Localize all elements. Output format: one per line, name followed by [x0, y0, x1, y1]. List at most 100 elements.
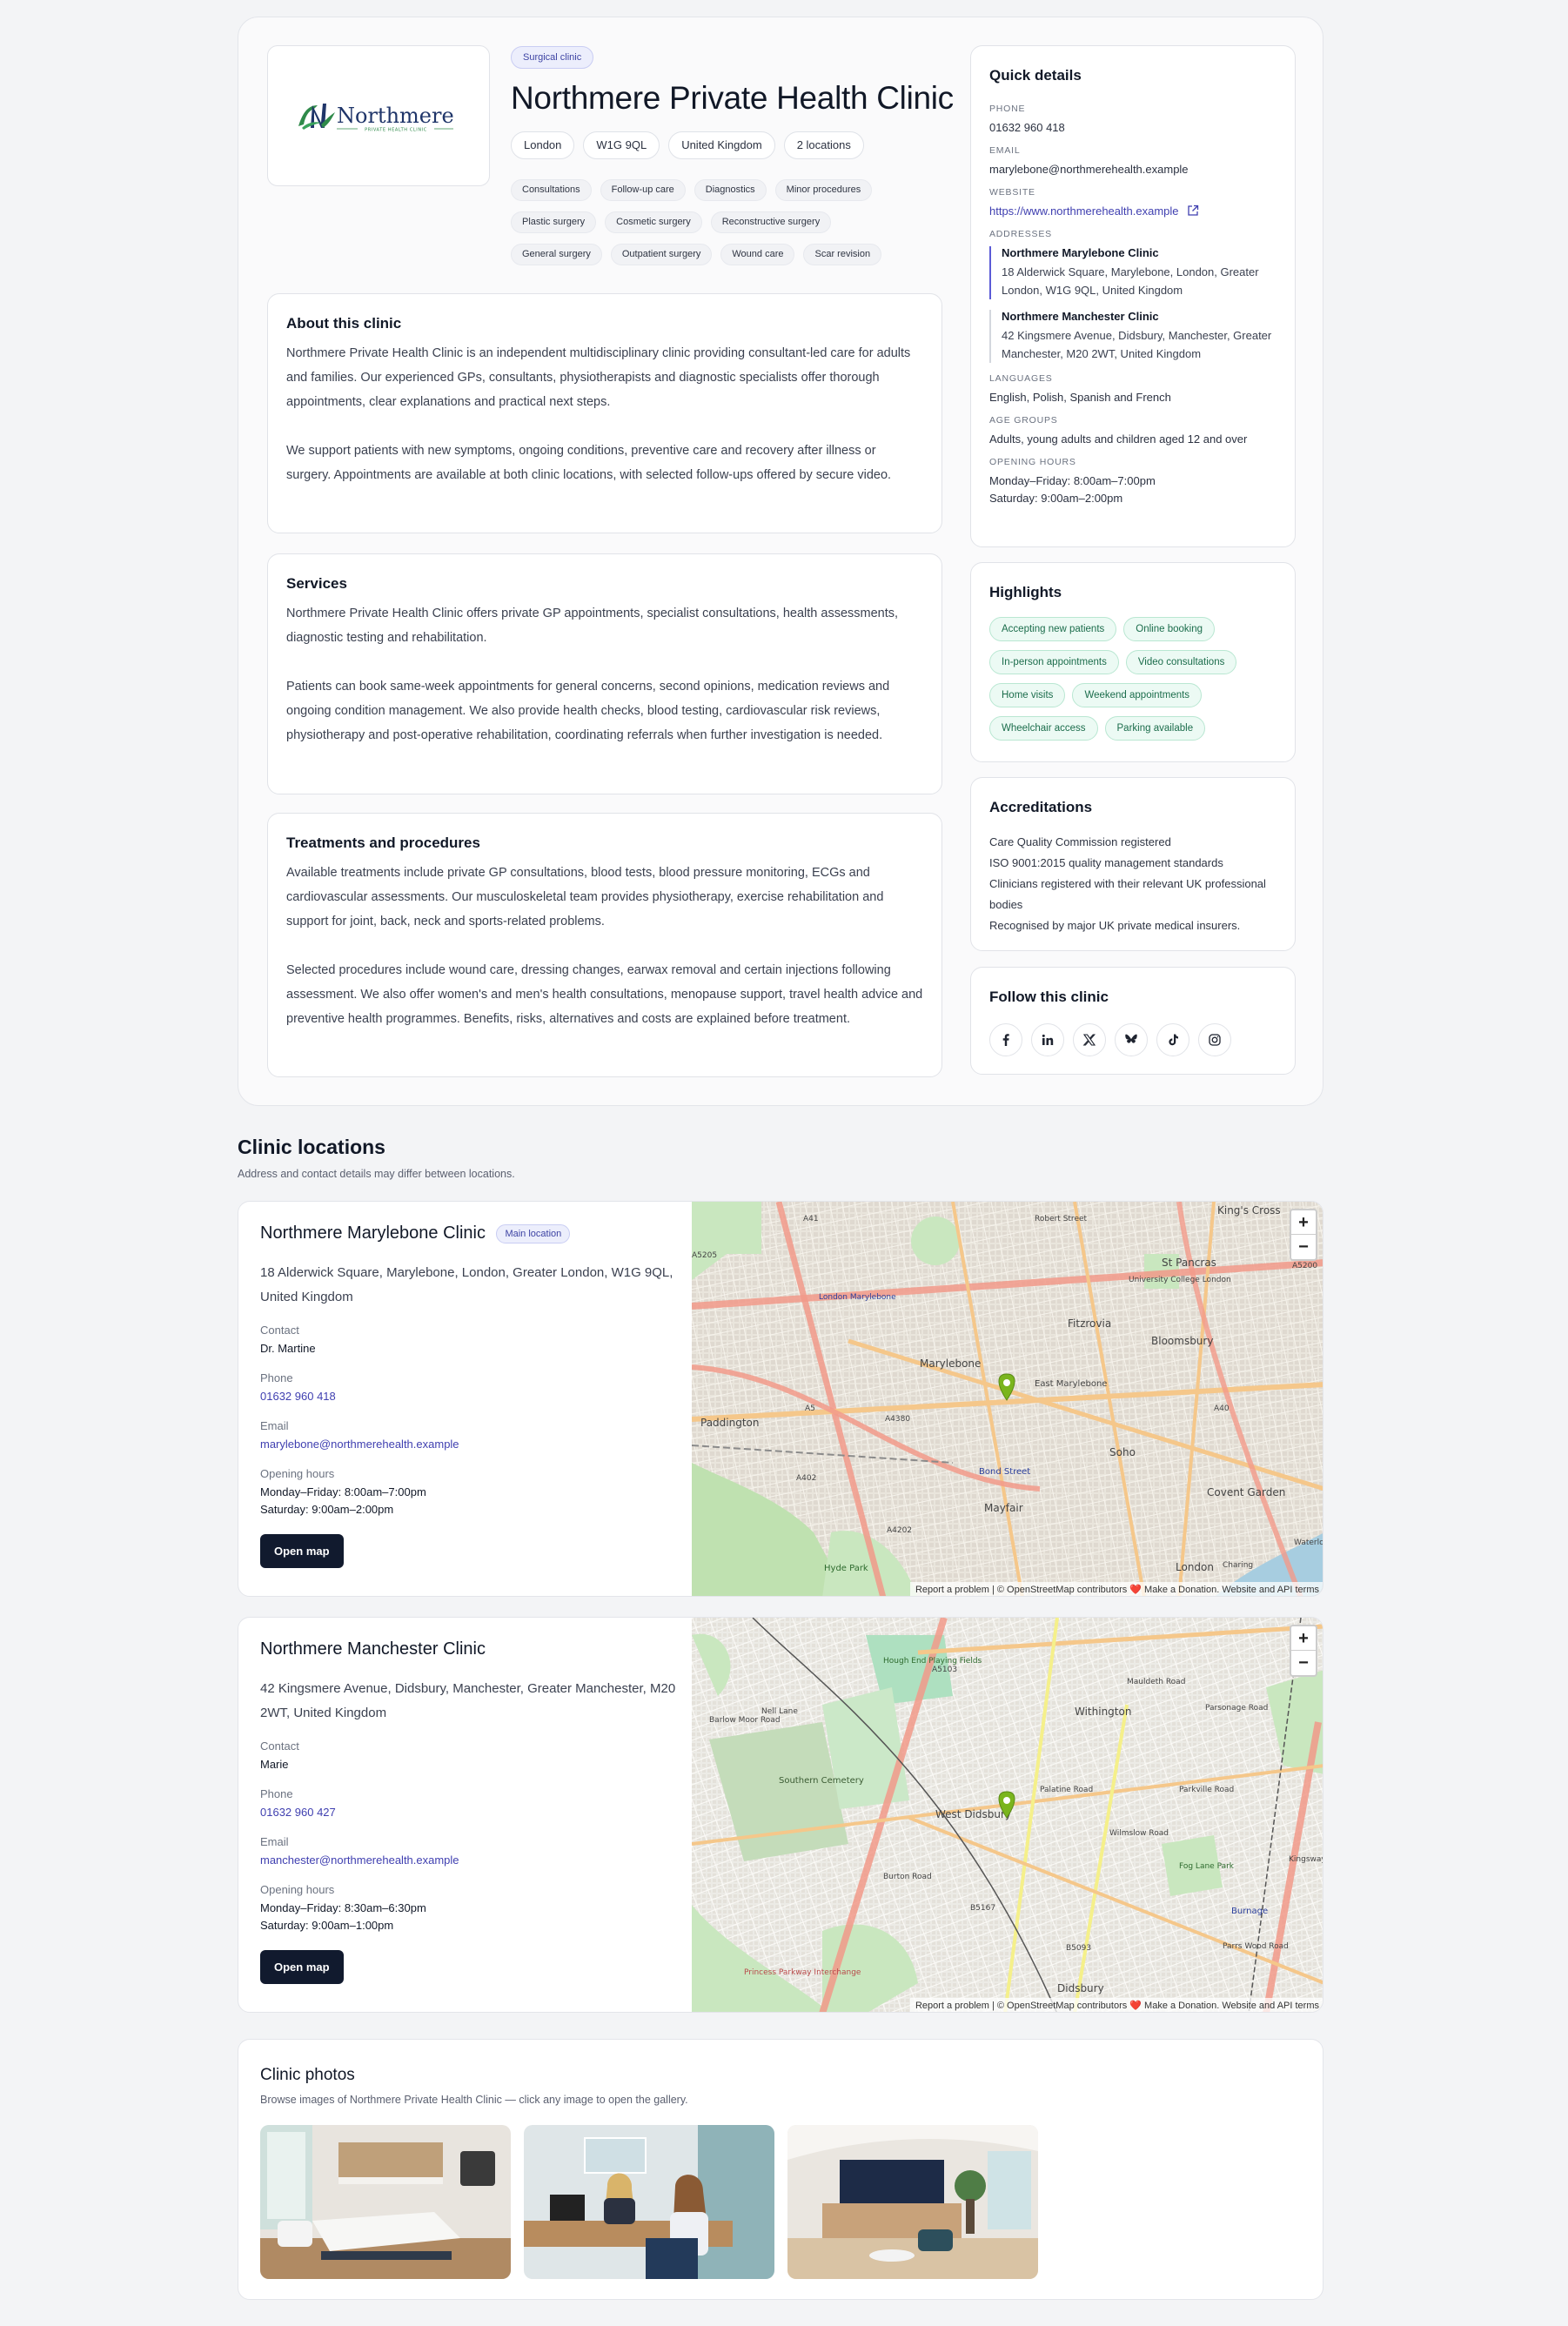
map-label: West Didsbury	[935, 1808, 1011, 1820]
phone-link[interactable]: 01632 960 418	[260, 1388, 678, 1405]
opening-hours-weekday: Monday–Friday: 8:00am–7:00pm	[260, 1485, 426, 1498]
map-label: Covent Garden	[1207, 1486, 1285, 1498]
map-label: Palatine Road	[1040, 1786, 1093, 1794]
highlight-badge: Home visits	[989, 683, 1066, 707]
opening-hours-label: Opening hours	[989, 457, 1076, 467]
contact-label: Contact	[260, 1739, 299, 1753]
map-label: East Marylebone	[1035, 1379, 1107, 1389]
location-name: Northmere Manchester Clinic	[260, 1639, 486, 1659]
instagram-button[interactable]	[1198, 1023, 1231, 1056]
age-groups-label: Age groups	[989, 415, 1058, 426]
location-map[interactable]: Withington West Didsbury Southern Cemete…	[691, 1618, 1323, 2012]
opening-hours-saturday: Saturday: 9:00am–2:00pm	[989, 492, 1123, 505]
map-label: Parkville Road	[1179, 1786, 1234, 1794]
map-label: St Pancras	[1162, 1257, 1216, 1269]
open-map-button[interactable]: Open map	[260, 1950, 344, 1984]
highlight-badge: In-person appointments	[989, 650, 1119, 674]
map-label: Kingsway	[1289, 1855, 1323, 1864]
facebook-button[interactable]	[989, 1023, 1022, 1056]
services-panel: Services Northmere Private Health Clinic…	[267, 553, 942, 794]
map-label: B5093	[1066, 1944, 1091, 1953]
map-attribution[interactable]: Report a problem | © OpenStreetMap contr…	[909, 1998, 1323, 2012]
map-label: A5103	[932, 1666, 957, 1674]
open-map-button[interactable]: Open map	[260, 1534, 344, 1568]
highlight-badge: Wheelchair access	[989, 716, 1098, 741]
map-label: A40	[1214, 1404, 1230, 1413]
gallery-photo-reception[interactable]	[787, 2125, 1038, 2279]
map-attribution[interactable]: Report a problem | © OpenStreetMap contr…	[909, 1582, 1323, 1596]
map-label: Southern Cemetery	[779, 1776, 864, 1786]
location-card: Northmere Manchester Clinic 42 Kingsmere…	[238, 1617, 1323, 2013]
northmere-logo-image: Northmere PRIVATE HEALTH CLINIC	[298, 104, 454, 133]
accreditation-item: Care Quality Commission registered	[989, 835, 1171, 848]
map-label: Paddington	[700, 1417, 760, 1429]
service-tag: Follow-up care	[600, 179, 686, 201]
accreditation-item: ISO 9001:2015 quality management standar…	[989, 856, 1223, 869]
map-label: A5205	[692, 1251, 717, 1260]
map-label: Hyde Park	[824, 1564, 868, 1573]
services-heading: Services	[286, 575, 347, 592]
email-link[interactable]: manchester@northmerehealth.example	[260, 1852, 678, 1869]
treatments-heading: Treatments and procedures	[286, 835, 480, 851]
map-label: A4202	[887, 1526, 912, 1535]
phone-value[interactable]: 01632 960 418	[989, 119, 1277, 137]
map-label: Fog Lane Park	[1179, 1862, 1235, 1871]
email-label: Email	[989, 145, 1021, 156]
opening-hours-saturday: Saturday: 9:00am–1:00pm	[260, 1919, 394, 1932]
location-chips: London W1G 9QL United Kingdom 2 location…	[511, 131, 864, 159]
service-tag: Minor procedures	[774, 179, 873, 201]
map-label: Hough End Playing Fields	[883, 1657, 982, 1666]
chip-country: United Kingdom	[668, 131, 775, 159]
email-link[interactable]: marylebone@northmerehealth.example	[260, 1436, 678, 1453]
clinic-photos-heading: Clinic photos	[260, 2066, 355, 2084]
service-tag: Reconstructive surgery	[710, 211, 832, 233]
clinic-photos-subtitle: Browse images of Northmere Private Healt…	[260, 2094, 688, 2106]
highlight-badge: Accepting new patients	[989, 617, 1117, 641]
map-label: King's Cross	[1217, 1204, 1281, 1217]
email-value[interactable]: marylebone@northmerehealth.example	[989, 161, 1277, 178]
opening-hours-weekday: Monday–Friday: 8:00am–7:00pm	[989, 474, 1156, 487]
map-label: Parsonage Road	[1205, 1704, 1268, 1713]
highlight-badge: Online booking	[1123, 617, 1216, 641]
location-name: Northmere Marylebone Clinic	[260, 1223, 486, 1243]
zoom-in-button[interactable]: +	[1291, 1210, 1316, 1235]
map-label: B5167	[970, 1904, 995, 1913]
phone-link[interactable]: 01632 960 427	[260, 1804, 678, 1821]
service-tag: Scar revision	[803, 244, 882, 265]
bluesky-icon	[1125, 1034, 1137, 1043]
location-map[interactable]: Marylebone East Marylebone Fitzrovia Blo…	[691, 1202, 1323, 1596]
map-label: Soho	[1109, 1446, 1136, 1458]
map-label: A402	[796, 1474, 816, 1483]
contact-value: Dr. Martine	[260, 1342, 316, 1355]
gallery-photo-consultation[interactable]	[524, 2125, 774, 2279]
location-address: 42 Kingsmere Avenue, Didsbury, Mancheste…	[260, 1681, 676, 1720]
bluesky-button[interactable]	[1115, 1023, 1148, 1056]
chip-location-count: 2 locations	[783, 131, 864, 159]
quick-details-panel: Quick details Phone 01632 960 418 Email …	[970, 45, 1296, 547]
logo-wordmark: Northmere	[337, 104, 454, 128]
x-button[interactable]	[1073, 1023, 1106, 1056]
treatments-paragraph: Available treatments include private GP …	[286, 866, 884, 928]
linkedin-button[interactable]	[1031, 1023, 1064, 1056]
clinic-profile-page: Northmere PRIVATE HEALTH CLINIC Surgical…	[0, 0, 1568, 2326]
gallery-photo-treatment-room[interactable]	[260, 2125, 511, 2279]
zoom-in-button[interactable]: +	[1291, 1626, 1316, 1651]
website-url[interactable]: https://www.northmerehealth.example	[989, 204, 1179, 218]
about-heading: About this clinic	[286, 315, 402, 332]
address-name: Northmere Marylebone Clinic	[1002, 246, 1159, 259]
map-label: Burnage	[1231, 1907, 1268, 1916]
map-zoom-control: + −	[1290, 1625, 1317, 1677]
accreditations-panel: Accreditations Care Quality Commission r…	[970, 777, 1296, 951]
map-label: Mayfair	[984, 1502, 1023, 1514]
map-label: Parrs Wood Road	[1223, 1942, 1289, 1951]
zoom-out-button[interactable]: −	[1291, 1651, 1316, 1675]
accreditations-heading: Accreditations	[989, 799, 1093, 815]
website-link[interactable]: https://www.northmerehealth.example	[989, 203, 1277, 220]
tiktok-button[interactable]	[1156, 1023, 1189, 1056]
external-link-icon	[1188, 204, 1199, 216]
service-tags: Consultations Follow-up care Diagnostics…	[511, 179, 920, 265]
service-tag: Plastic surgery	[511, 211, 597, 233]
map-label: Fitzrovia	[1068, 1317, 1111, 1330]
zoom-out-button[interactable]: −	[1291, 1235, 1316, 1259]
address-item: Northmere Manchester Clinic 42 Kingsmere…	[989, 310, 1277, 363]
